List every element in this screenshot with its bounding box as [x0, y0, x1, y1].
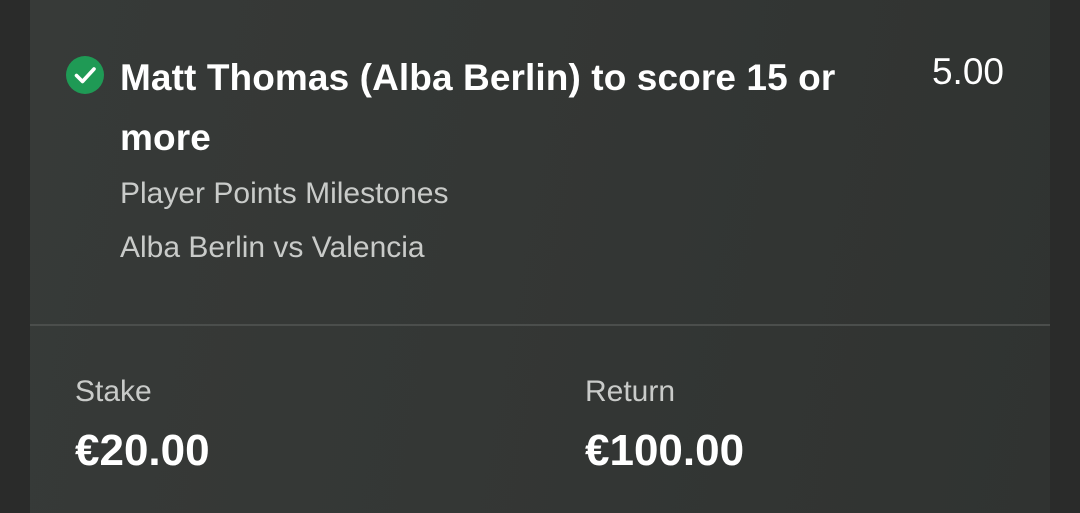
stake-value: €20.00	[75, 426, 210, 475]
check-circle-icon	[66, 56, 104, 94]
bet-receipt-screen: Matt Thomas (Alba Berlin) to score 15 or…	[0, 0, 1080, 513]
return-value: €100.00	[585, 426, 745, 475]
market-name: Player Points Milestones	[120, 177, 449, 210]
odds-value: 5.00	[931, 51, 1004, 92]
event-name: Alba Berlin vs Valencia	[120, 231, 425, 264]
return-label: Return	[585, 375, 676, 408]
divider	[30, 324, 1050, 326]
selection-name: Matt Thomas (Alba Berlin) to score 15 or…	[120, 57, 836, 158]
bet-selection: Matt Thomas (Alba Berlin) to score 15 or…	[30, 0, 1050, 325]
stake-label: Stake	[75, 375, 152, 408]
bet-card: Matt Thomas (Alba Berlin) to score 15 or…	[30, 0, 1050, 513]
